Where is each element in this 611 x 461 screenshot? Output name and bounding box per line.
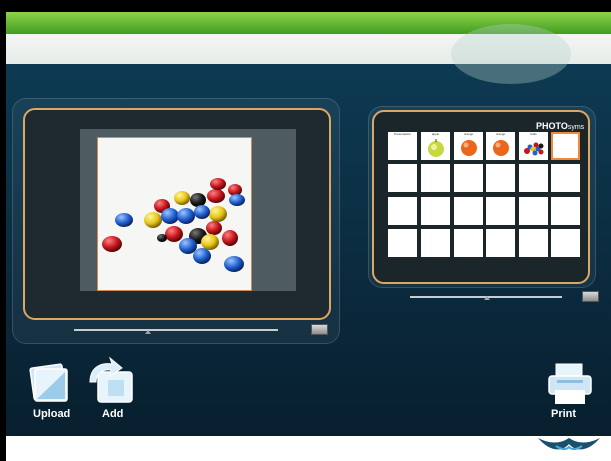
- symbol-cell[interactable]: [421, 164, 450, 192]
- top-border: [0, 0, 611, 12]
- upload-button[interactable]: Upload: [25, 360, 75, 424]
- marble: [193, 248, 211, 264]
- symbol-cell-selected[interactable]: [551, 132, 580, 160]
- marble: [194, 205, 210, 219]
- grid-slider-thumb[interactable]: [484, 296, 490, 300]
- header-band: [6, 24, 611, 84]
- marble: [224, 256, 244, 272]
- marble: [157, 234, 167, 242]
- symbol-cell-apple[interactable]: apple: [421, 132, 450, 160]
- marbles-photo: [102, 178, 245, 272]
- apple-icon: [428, 139, 444, 157]
- upload-icon: [29, 363, 68, 402]
- symbol-cell[interactable]: [421, 197, 450, 225]
- symbol-cell[interactable]: [388, 197, 417, 225]
- symbol-cell[interactable]: [454, 197, 483, 225]
- symbol-cell[interactable]: [551, 164, 580, 192]
- marble: [201, 234, 219, 250]
- marble: [210, 178, 226, 190]
- footer-band: [6, 436, 611, 461]
- orange-icon: [493, 140, 509, 156]
- symbol-cell[interactable]: [519, 164, 548, 192]
- marble: [174, 191, 190, 205]
- marble: [222, 230, 238, 246]
- symbol-cell[interactable]: [454, 164, 483, 192]
- photo-slider-track[interactable]: [74, 329, 278, 331]
- marble: [190, 193, 206, 207]
- symbol-cell[interactable]: [551, 197, 580, 225]
- marble: [144, 212, 162, 228]
- marble: [209, 206, 227, 222]
- app-window: PHOTOsyms Presentation apple orange oran…: [0, 0, 611, 461]
- add-icon: [89, 356, 133, 403]
- symbol-cell[interactable]: [551, 229, 580, 257]
- symbol-cell[interactable]: [519, 197, 548, 225]
- marble: [161, 208, 179, 224]
- marble: [115, 213, 133, 227]
- orange-icon: [461, 140, 477, 156]
- header-swirl: [451, 24, 571, 84]
- symbol-cell[interactable]: [421, 229, 450, 257]
- symbol-cell[interactable]: [519, 229, 548, 257]
- photo-panel-button[interactable]: [311, 324, 328, 335]
- upload-label: Upload: [33, 408, 71, 420]
- photo-preview[interactable]: [97, 137, 252, 291]
- marble: [165, 226, 183, 242]
- print-label: Print: [551, 408, 577, 420]
- symbol-cell-orange-2[interactable]: orange: [486, 132, 515, 160]
- marble: [229, 194, 245, 206]
- print-icon: [548, 363, 592, 404]
- symbol-cell-orange-1[interactable]: orange: [454, 132, 483, 160]
- print-button[interactable]: Print: [545, 360, 595, 424]
- marble: [206, 221, 222, 235]
- photo-slider-thumb[interactable]: [145, 330, 151, 334]
- symbol-cell[interactable]: [486, 197, 515, 225]
- symbol-cell[interactable]: [388, 164, 417, 192]
- symbol-cell[interactable]: [454, 229, 483, 257]
- grid-panel-button[interactable]: [582, 291, 599, 302]
- marble: [177, 208, 195, 224]
- marble: [102, 236, 122, 252]
- add-button[interactable]: Add: [84, 356, 140, 424]
- photosyms-brand: PHOTOsyms: [536, 121, 585, 131]
- marble: [179, 238, 197, 254]
- symbol-cell-balls[interactable]: balls: [519, 132, 548, 160]
- marbles-icon: [524, 142, 544, 156]
- marble: [207, 189, 225, 203]
- add-label: Add: [102, 408, 124, 420]
- symbol-cell-presentation[interactable]: Presentation: [388, 132, 417, 160]
- brand-logo-mark: [538, 438, 600, 451]
- left-border: [0, 0, 6, 461]
- symbol-cell[interactable]: [388, 229, 417, 257]
- symbol-cell[interactable]: [486, 164, 515, 192]
- symbol-cell[interactable]: [486, 229, 515, 257]
